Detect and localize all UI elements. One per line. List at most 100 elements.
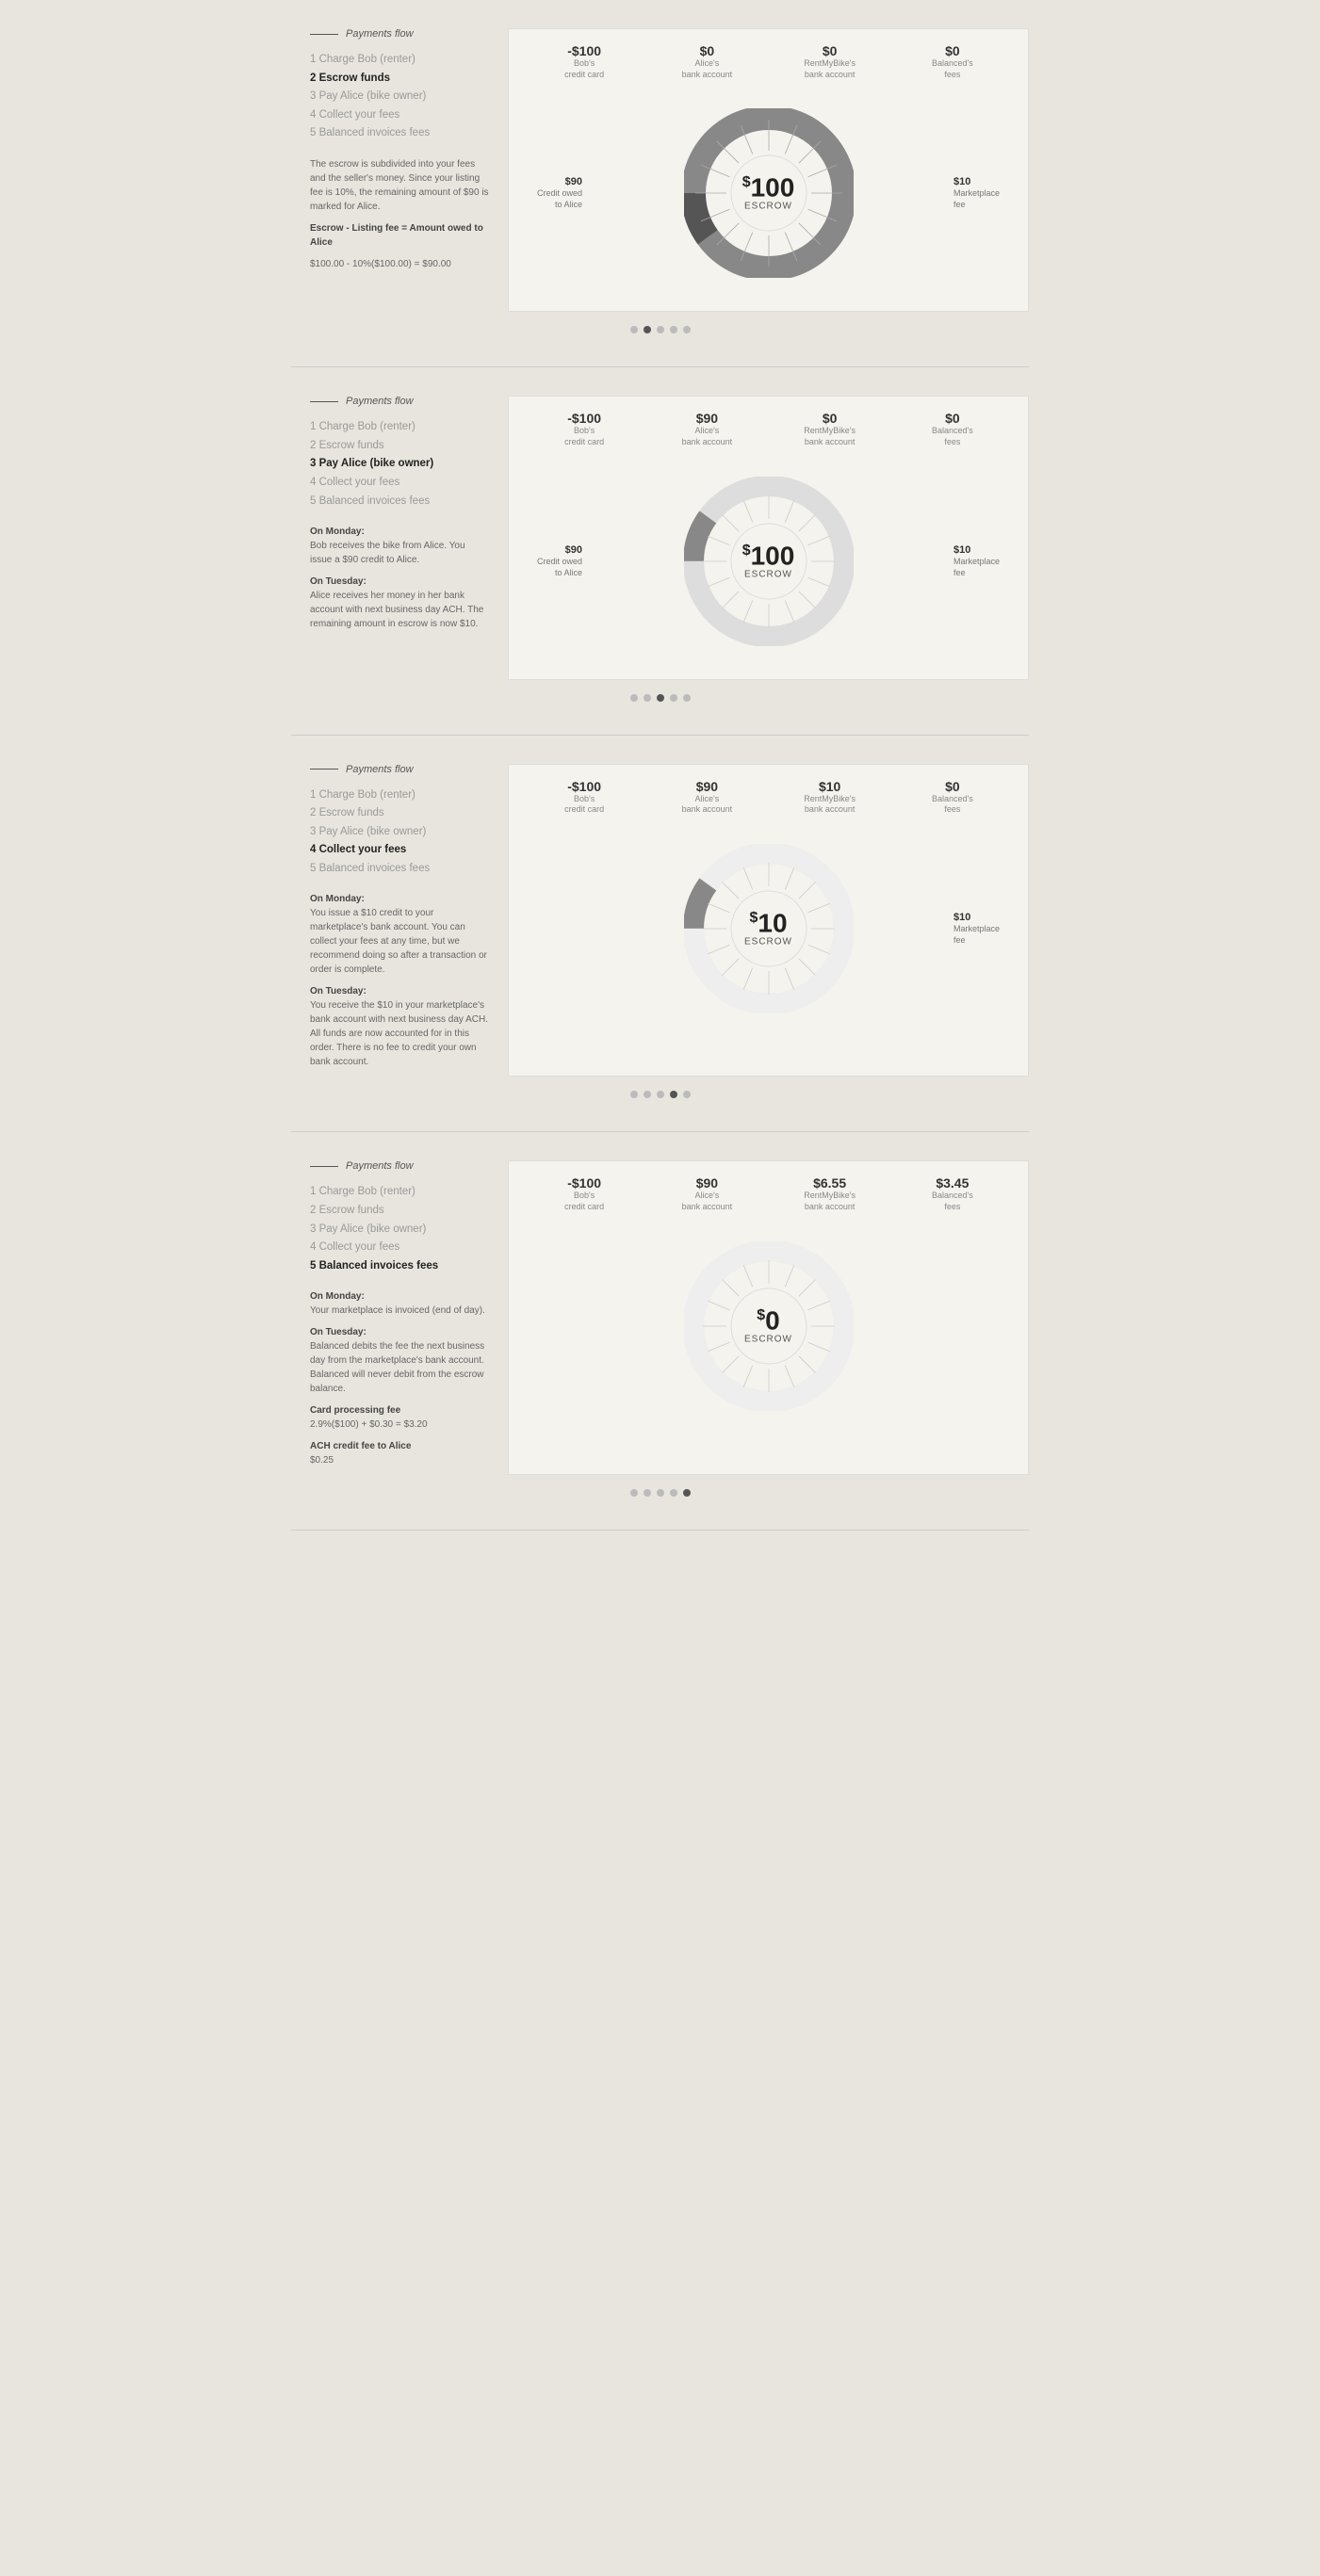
panel-1: Payments flow1 Charge Bob (renter)2 Escr… bbox=[291, 0, 1029, 367]
amount-cell-2: $0RentMyBike'sbank account bbox=[802, 411, 858, 447]
step-item-1: 1 Charge Bob (renter) bbox=[310, 51, 489, 70]
amount-label-3: Balanced'sfees bbox=[924, 426, 981, 447]
pagination-dots bbox=[291, 326, 1029, 338]
dot-2[interactable] bbox=[644, 1091, 651, 1098]
amount-value-0: -$100 bbox=[556, 411, 612, 426]
dot-5[interactable] bbox=[683, 326, 691, 333]
amount-label-1: Alice'sbank account bbox=[678, 794, 735, 816]
step-item-3: 3 Pay Alice (bike owner) bbox=[310, 455, 489, 474]
extra-info-1: ACH credit fee to Alice$0.25 bbox=[310, 1439, 489, 1467]
donut-amount: $10 bbox=[744, 911, 792, 937]
description-block: On Monday:Your marketplace is invoiced (… bbox=[310, 1289, 489, 1467]
desc-label-0: On Monday:You issue a $10 credit to your… bbox=[310, 892, 489, 977]
left-col-4: Payments flow 1 Charge Bob (renter)2 Escr… bbox=[291, 1160, 508, 1475]
pagination-dots bbox=[291, 694, 1029, 706]
left-col-2: Payments flow 1 Charge Bob (renter)2 Escr… bbox=[291, 396, 508, 679]
desc-label-1: On Tuesday:You receive the $10 in your m… bbox=[310, 984, 489, 1069]
description-block: On Monday:You issue a $10 credit to your… bbox=[310, 892, 489, 1069]
payments-flow-title: Payments flow bbox=[346, 396, 414, 407]
description-text: The escrow is subdivided into your fees … bbox=[310, 157, 489, 214]
left-col-1: Payments flow1 Charge Bob (renter)2 Escr… bbox=[291, 28, 508, 312]
amount-cell-2: $6.55RentMyBike'sbank account bbox=[802, 1175, 858, 1212]
left-col-3: Payments flow1 Charge Bob (renter)2 Escr… bbox=[291, 764, 508, 1077]
donut-label: ESCROW bbox=[744, 937, 792, 948]
dot-3[interactable] bbox=[657, 326, 664, 333]
step-item-3: 3 Pay Alice (bike owner) bbox=[310, 1221, 489, 1239]
amount-label-0: Bob'scredit card bbox=[556, 794, 612, 816]
extra-info-0: Card processing fee2.9%($100) + $0.30 = … bbox=[310, 1403, 489, 1432]
dot-3[interactable] bbox=[657, 694, 664, 702]
amount-cell-2: $10RentMyBike'sbank account bbox=[802, 779, 858, 816]
amounts-row: -$100Bob'scredit card$90Alice'sbank acco… bbox=[523, 1175, 1014, 1212]
panel-2: Payments flow 1 Charge Bob (renter)2 Escr… bbox=[291, 367, 1029, 735]
amount-cell-1: $90Alice'sbank account bbox=[678, 411, 735, 447]
dot-5[interactable] bbox=[683, 694, 691, 702]
dot-4[interactable] bbox=[670, 1489, 677, 1497]
amount-value-2: $6.55 bbox=[802, 1175, 858, 1191]
dot-1[interactable] bbox=[630, 1091, 638, 1098]
step-item-2: 2 Escrow funds bbox=[310, 437, 489, 456]
chart-area: $10ESCROW$10Marketplacefee bbox=[523, 825, 1014, 1032]
dot-3[interactable] bbox=[657, 1489, 664, 1497]
step-item-1: 1 Charge Bob (renter) bbox=[310, 786, 489, 805]
donut-label: ESCROW bbox=[742, 202, 795, 212]
dot-1[interactable] bbox=[630, 326, 638, 333]
dot-2[interactable] bbox=[644, 694, 651, 702]
amount-value-0: -$100 bbox=[556, 1175, 612, 1191]
dot-4[interactable] bbox=[670, 694, 677, 702]
donut-center: $100ESCROW bbox=[742, 175, 795, 212]
amount-label-1: Alice'sbank account bbox=[678, 1191, 735, 1212]
amount-label-0: Bob'scredit card bbox=[556, 426, 612, 447]
formula-text: $100.00 - 10%($100.00) = $90.00 bbox=[310, 257, 489, 271]
dot-2[interactable] bbox=[644, 1489, 651, 1497]
donut-amount: $100 bbox=[742, 175, 795, 202]
flow-header-line bbox=[310, 1166, 338, 1167]
donut-chart: $10ESCROW bbox=[684, 844, 854, 1013]
formula-label: Escrow - Listing fee = Amount owed to Al… bbox=[310, 221, 489, 250]
amount-label-2: RentMyBike'sbank account bbox=[802, 1191, 858, 1212]
amount-value-0: -$100 bbox=[556, 779, 612, 794]
dot-4[interactable] bbox=[670, 326, 677, 333]
step-item-5: 5 Balanced invoices fees bbox=[310, 1257, 489, 1276]
amount-cell-3: $0Balanced'sfees bbox=[924, 43, 981, 80]
dot-5[interactable] bbox=[683, 1091, 691, 1098]
step-item-3: 3 Pay Alice (bike owner) bbox=[310, 823, 489, 842]
chart-area: $90Credit owedto Alice$100ESCROW$10Marke… bbox=[523, 458, 1014, 665]
step-list: 1 Charge Bob (renter)2 Escrow funds3 Pay… bbox=[310, 786, 489, 879]
dot-1[interactable] bbox=[630, 1489, 638, 1497]
step-item-4: 4 Collect your fees bbox=[310, 841, 489, 860]
amount-value-1: $90 bbox=[678, 779, 735, 794]
amount-value-2: $0 bbox=[802, 43, 858, 58]
donut-center: $100ESCROW bbox=[742, 543, 795, 579]
amount-cell-1: $90Alice'sbank account bbox=[678, 779, 735, 816]
flow-header-line bbox=[310, 401, 338, 402]
dot-1[interactable] bbox=[630, 694, 638, 702]
step-item-2: 2 Escrow funds bbox=[310, 804, 489, 823]
amounts-row: -$100Bob'scredit card $90Alice'sbank acco… bbox=[523, 411, 1014, 447]
dot-3[interactable] bbox=[657, 1091, 664, 1098]
dot-2[interactable] bbox=[644, 326, 651, 333]
step-list: 1 Charge Bob (renter)2 Escrow funds3 Pay… bbox=[310, 1183, 489, 1275]
amount-label-2: RentMyBike'sbank account bbox=[802, 426, 858, 447]
step-item-5: 5 Balanced invoices fees bbox=[310, 493, 489, 511]
desc-label-0: On Monday:Bob receives the bike from Ali… bbox=[310, 525, 489, 567]
amount-cell-0: -$100Bob'scredit card bbox=[556, 411, 612, 447]
dot-5[interactable] bbox=[683, 1489, 691, 1497]
step-item-1: 1 Charge Bob (renter) bbox=[310, 418, 489, 437]
donut-center: $0ESCROW bbox=[744, 1307, 792, 1344]
payments-flow-title: Payments flow bbox=[346, 1160, 414, 1172]
donut-label: ESCROW bbox=[742, 569, 795, 579]
panel-3: Payments flow1 Charge Bob (renter)2 Escr… bbox=[291, 736, 1029, 1133]
donut-chart: $100ESCROW bbox=[684, 108, 854, 278]
dot-4[interactable] bbox=[670, 1091, 677, 1098]
desc-label-0: On Monday:Your marketplace is invoiced (… bbox=[310, 1289, 489, 1318]
left-annotation: $90Credit owedto Alice bbox=[537, 544, 582, 578]
amount-label-1: Alice'sbank account bbox=[678, 58, 735, 80]
amount-value-1: $90 bbox=[678, 411, 735, 426]
flow-header-line bbox=[310, 34, 338, 35]
donut-center: $10ESCROW bbox=[744, 911, 792, 948]
pagination-dots bbox=[291, 1091, 1029, 1103]
amount-value-3: $3.45 bbox=[924, 1175, 981, 1191]
amount-value-1: $90 bbox=[678, 1175, 735, 1191]
right-col-4: -$100Bob'scredit card$90Alice'sbank acco… bbox=[508, 1160, 1029, 1475]
